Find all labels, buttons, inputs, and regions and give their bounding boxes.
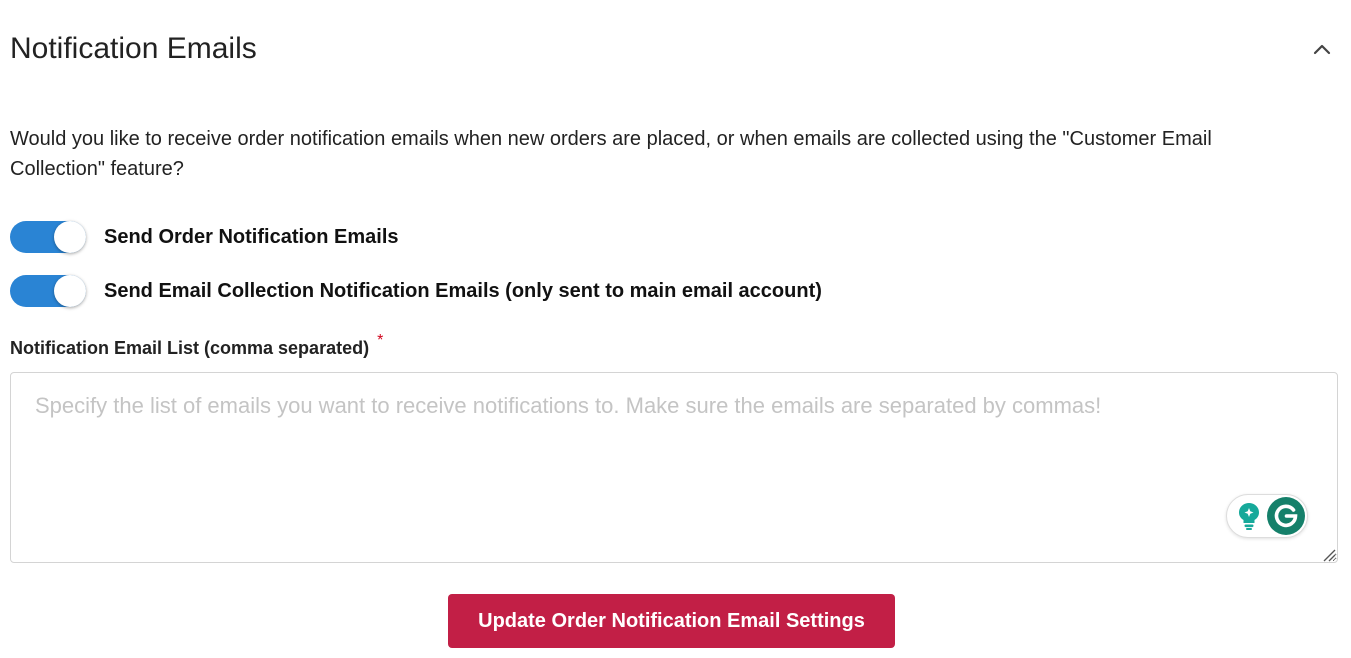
update-settings-button[interactable]: Update Order Notification Email Settings xyxy=(448,594,895,648)
email-list-label: Notification Email List (comma separated… xyxy=(10,332,383,359)
email-collection-label: Send Email Collection Notification Email… xyxy=(104,279,822,302)
lightbulb-icon[interactable] xyxy=(1233,498,1265,534)
toggle-knob xyxy=(54,275,86,307)
order-notification-toggle[interactable] xyxy=(10,221,86,253)
section-title: Notification Emails xyxy=(10,32,257,65)
required-marker: * xyxy=(377,332,384,349)
chevron-up-icon xyxy=(1313,44,1331,55)
notification-emails-panel: Notification Emails Would you like to re… xyxy=(0,0,1351,658)
email-list-label-text: Notification Email List (comma separated… xyxy=(10,338,370,358)
toggle-knob xyxy=(54,221,86,253)
email-collection-toggle[interactable] xyxy=(10,275,86,307)
grammarly-logo-icon[interactable] xyxy=(1267,497,1305,535)
order-notification-label: Send Order Notification Emails xyxy=(104,225,399,248)
toggle-row-email-collection: Send Email Collection Notification Email… xyxy=(10,275,822,307)
toggle-row-order-notifications: Send Order Notification Emails xyxy=(10,221,399,253)
collapse-button[interactable] xyxy=(1306,36,1338,62)
section-description: Would you like to receive order notifica… xyxy=(10,128,1212,180)
grammarly-widget xyxy=(1226,494,1308,538)
email-list-textarea[interactable] xyxy=(10,372,1338,563)
